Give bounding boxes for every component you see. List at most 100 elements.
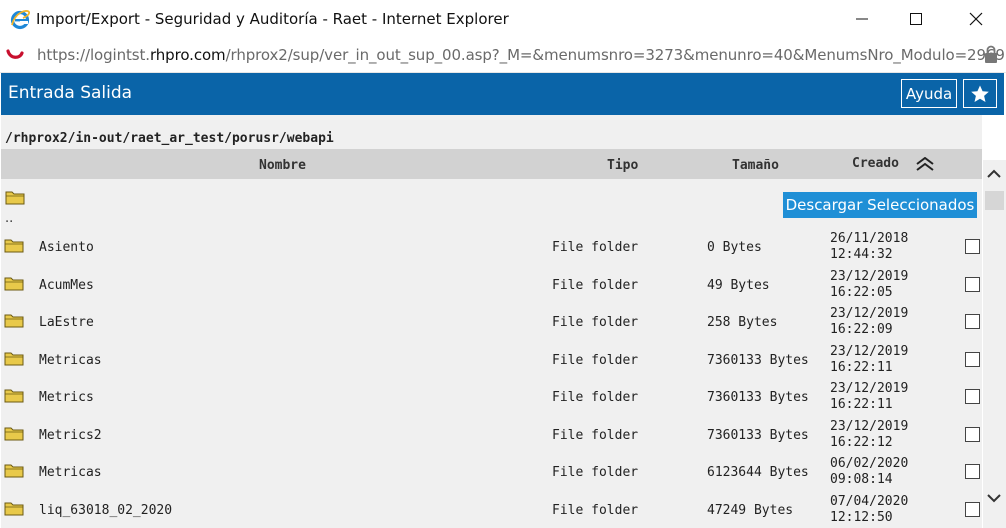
row-select-checkbox[interactable] [965, 501, 980, 517]
file-created: 06/02/2020 09:08:14 [830, 456, 908, 488]
minimize-icon [856, 18, 868, 20]
help-button[interactable]: Ayuda [901, 79, 957, 108]
scroll-down-icon[interactable] [986, 490, 1002, 506]
file-created-date: 06/02/2020 [830, 456, 909, 471]
minimize-button[interactable] [839, 0, 885, 38]
file-type: File folder [552, 502, 639, 518]
file-name[interactable]: Metrics [39, 390, 94, 405]
file-created-date: 07/04/2020 [830, 493, 909, 509]
url-path: /rhprox2/sup/ver_in_out_sup_00.asp?_M=&m… [225, 46, 1005, 64]
current-path: /rhprox2/in-out/raet_ar_test/porusr/weba… [5, 131, 334, 146]
row-select-checkbox[interactable] [965, 276, 980, 292]
column-size[interactable]: Tamaño [732, 158, 779, 173]
file-created-time: 16:22:11 [830, 397, 893, 412]
column-type[interactable]: Tipo [607, 158, 638, 173]
maximize-button[interactable] [893, 0, 939, 38]
row-select-checkbox[interactable] [965, 389, 980, 404]
parent-folder-icon[interactable] [5, 189, 25, 205]
file-name[interactable]: Metricas [39, 353, 102, 368]
address-url[interactable]: https://logintst.rhpro.com/rhprox2/sup/v… [37, 46, 1005, 64]
scroll-up-icon[interactable] [986, 166, 1002, 182]
download-selected-button[interactable]: Descargar Seleccionados [783, 192, 977, 218]
address-bar[interactable]: https://logintst.rhpro.com/rhprox2/sup/v… [0, 38, 1006, 73]
sort-ascending-icon[interactable] [915, 157, 935, 171]
file-row[interactable]: Asiento File folder 0 Bytes 26/11/2018 12:44… [1, 230, 982, 267]
internet-explorer-icon [10, 10, 31, 30]
row-select-checkbox[interactable] [965, 239, 980, 254]
file-created-date: 23/12/2019 [830, 381, 909, 396]
file-created-time: 16:22:12 [830, 434, 893, 450]
close-icon [969, 12, 983, 26]
file-size: 6123644 Bytes [707, 465, 809, 480]
file-created-time: 16:22:09 [830, 322, 893, 337]
file-created-time: 16:22:05 [830, 284, 893, 300]
file-created: 23/12/2019 16:22:11 [830, 344, 908, 376]
file-row[interactable]: Metrics2 File folder 7360133 Bytes 23/12/20… [1, 418, 982, 455]
column-created[interactable]: Creado [852, 156, 899, 171]
folder-icon [4, 464, 24, 478]
file-created-time: 12:44:32 [830, 247, 893, 262]
file-created: 23/12/2019 16:22:11 [830, 381, 908, 413]
file-created-date: 23/12/2019 [830, 306, 909, 321]
file-row[interactable]: Metricas File folder 7360133 Bytes 23/12/20… [1, 343, 982, 380]
file-row[interactable]: AcumMes File folder 49 Bytes 23/12/2019 16:2… [1, 268, 982, 305]
file-name[interactable]: Metrics2 [39, 428, 102, 443]
file-type: File folder [552, 465, 639, 480]
folder-icon [4, 389, 24, 403]
file-created: 07/04/2020 12:12:50 [830, 494, 908, 526]
file-name[interactable]: LaEstre [39, 315, 94, 330]
column-header-row: Nombre Tipo Tamaño Creado [1, 149, 982, 179]
parent-directory-link[interactable]: .. [5, 211, 13, 226]
file-type: File folder [552, 352, 639, 368]
close-button[interactable] [953, 0, 999, 38]
file-type: File folder [552, 277, 639, 293]
favorite-button[interactable] [963, 79, 997, 108]
folder-icon [4, 239, 24, 253]
file-size: 47249 Bytes [707, 502, 794, 518]
star-icon [971, 85, 989, 102]
file-size: 258 Bytes [707, 315, 778, 330]
file-type: File folder [552, 315, 639, 330]
file-row[interactable]: LaEstre File folder 258 Bytes 23/12/2019 16:… [1, 305, 982, 342]
folder-icon [4, 277, 24, 290]
file-created: 23/12/2019 16:22:09 [830, 306, 908, 338]
folder-icon [4, 427, 24, 440]
file-size: 7360133 Bytes [707, 427, 809, 443]
maximize-icon [910, 13, 922, 25]
file-name[interactable]: liq_63018_02_2020 [39, 503, 172, 518]
url-domain: rhpro.com [149, 46, 226, 64]
file-created: 26/11/2018 12:44:32 [830, 231, 908, 263]
row-select-checkbox[interactable] [965, 426, 980, 442]
column-name[interactable]: Nombre [259, 158, 306, 173]
file-size: 0 Bytes [707, 240, 762, 255]
file-type: File folder [552, 427, 639, 443]
file-created-time: 09:08:14 [830, 472, 893, 487]
file-row[interactable]: liq_63018_02_2020 File folder 47249 Bytes 0… [1, 493, 982, 528]
file-size: 7360133 Bytes [707, 390, 809, 405]
vertical-scrollbar[interactable] [983, 160, 1006, 528]
file-name[interactable]: Asiento [39, 240, 94, 255]
window-title: Import/Export - Seguridad y Auditoría - … [36, 10, 509, 28]
page-title: Entrada Salida [8, 83, 133, 103]
file-created-date: 23/12/2019 [830, 268, 909, 284]
lock-icon[interactable] [984, 44, 998, 64]
row-select-checkbox[interactable] [965, 351, 980, 367]
file-browser: /rhprox2/in-out/raet_ar_test/porusr/weba… [1, 115, 982, 528]
file-row[interactable]: Metrics File folder 7360133 Bytes 23/12/201… [1, 380, 982, 417]
file-created-date: 23/12/2019 [830, 418, 909, 434]
file-size: 49 Bytes [707, 277, 770, 293]
row-select-checkbox[interactable] [965, 464, 980, 479]
file-created: 23/12/2019 16:22:05 [830, 269, 908, 301]
scrollbar-thumb[interactable] [985, 191, 1004, 210]
window-title-bar: Import/Export - Seguridad y Auditoría - … [0, 0, 1006, 38]
file-created-time: 12:12:50 [830, 509, 893, 525]
file-name[interactable]: AcumMes [39, 278, 94, 293]
file-row[interactable]: Metricas File folder 6123644 Bytes 06/02/20… [1, 455, 982, 492]
app-header: Entrada Salida Ayuda [1, 73, 1004, 115]
file-name[interactable]: Metricas [39, 465, 102, 480]
row-select-checkbox[interactable] [965, 314, 980, 329]
folder-icon [4, 502, 24, 515]
file-created-time: 16:22:11 [830, 359, 893, 375]
file-type: File folder [552, 390, 639, 405]
folder-icon [4, 314, 24, 328]
